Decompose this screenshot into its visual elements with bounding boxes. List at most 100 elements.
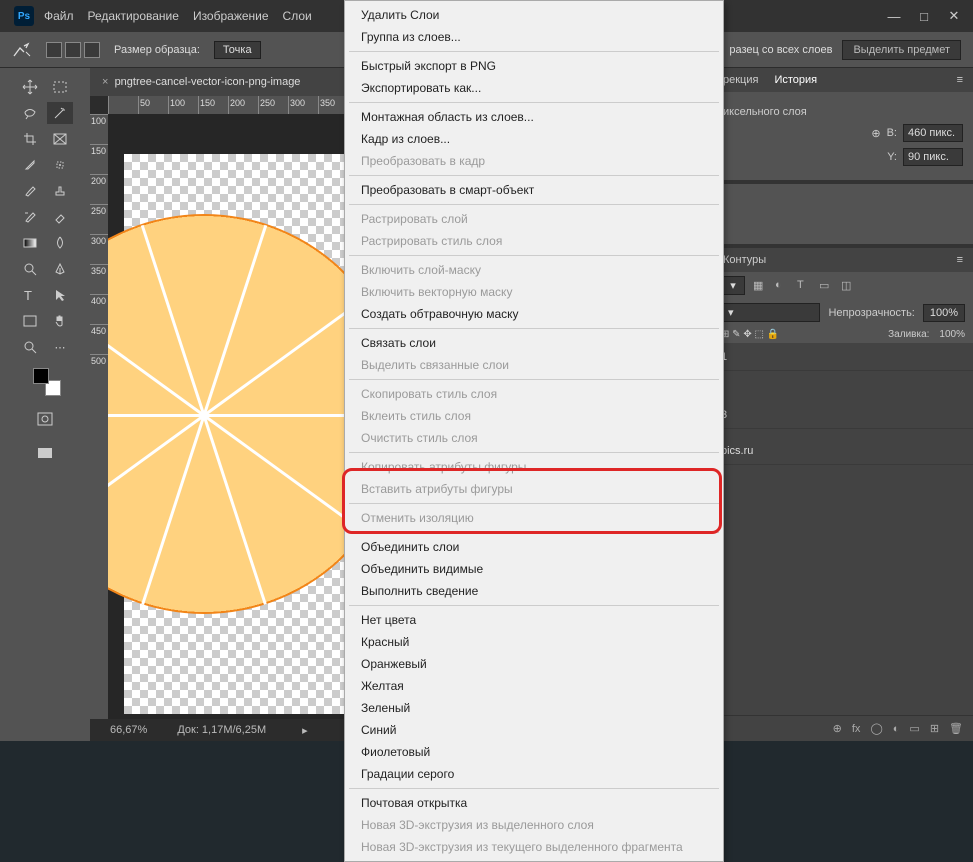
- eraser-tool[interactable]: [47, 206, 73, 228]
- menu-item[interactable]: Выполнить сведение: [345, 580, 723, 602]
- sample-size-label: Размер образца:: [114, 44, 200, 56]
- adjustment-icon[interactable]: ◐: [893, 723, 900, 735]
- tab-paths[interactable]: Контуры: [723, 254, 766, 266]
- pattern-swatch-2[interactable]: [84, 42, 100, 58]
- properties-body: иксельного слоя ⊕ В: Y:: [713, 92, 973, 180]
- width-input[interactable]: [903, 124, 963, 142]
- blend-mode-dropdown[interactable]: ▾: [721, 303, 820, 322]
- fg-color-swatch[interactable]: [33, 368, 49, 384]
- filter-adjust-icon[interactable]: ◐: [775, 279, 789, 293]
- trash-icon[interactable]: 🗑: [949, 722, 963, 735]
- path-select-tool[interactable]: [47, 284, 73, 306]
- menu-item[interactable]: Преобразовать в смарт-объект: [345, 179, 723, 201]
- fg-swatch[interactable]: [46, 42, 62, 58]
- sample-size-dropdown[interactable]: Точка: [214, 41, 261, 59]
- tab-correction[interactable]: рекция: [723, 74, 758, 86]
- mask-icon[interactable]: ◯: [870, 722, 882, 735]
- minimize-button[interactable]: —: [879, 1, 909, 31]
- magic-wand-tool[interactable]: [47, 102, 73, 124]
- menu-item[interactable]: Оранжевый: [345, 653, 723, 675]
- lock-icons[interactable]: ⊞ ✎ ✥ ⬚ 🔒: [721, 329, 779, 340]
- right-panels: рекция История ≡ иксельного слоя ⊕ В: Y:…: [713, 68, 973, 741]
- shape-tool[interactable]: [17, 310, 43, 332]
- menu-item[interactable]: Группа из слоев...: [345, 26, 723, 48]
- group-icon[interactable]: ▭: [909, 722, 919, 735]
- eyedropper-tool[interactable]: [17, 154, 43, 176]
- menu-file[interactable]: Файл: [44, 9, 74, 23]
- layers-filter-row: ▾ ▦ ◐ T ▭ ◫: [713, 272, 973, 299]
- link-wh-icon[interactable]: ⊕: [871, 127, 880, 140]
- select-subject-button[interactable]: Выделить предмет: [842, 40, 961, 60]
- menu-item[interactable]: Объединить слои: [345, 536, 723, 558]
- menu-item[interactable]: Создать обтравочную маску: [345, 303, 723, 325]
- menu-item[interactable]: Синий: [345, 719, 723, 741]
- maximize-button[interactable]: □: [909, 1, 939, 31]
- tab-history[interactable]: История: [774, 74, 817, 86]
- stamp-tool[interactable]: [47, 180, 73, 202]
- menu-item: Выделить связанные слои: [345, 354, 723, 376]
- menu-edit[interactable]: Редактирование: [88, 9, 179, 23]
- layer-row[interactable]: pics.ru: [713, 437, 973, 465]
- menu-layers[interactable]: Слои: [283, 9, 312, 23]
- more-tools[interactable]: ⋯: [47, 336, 73, 358]
- fill-input[interactable]: 100%: [939, 329, 965, 340]
- dodge-tool[interactable]: [17, 258, 43, 280]
- menu-item[interactable]: Нет цвета: [345, 609, 723, 631]
- hand-tool[interactable]: [47, 310, 73, 332]
- y-input[interactable]: [903, 148, 963, 166]
- menu-item[interactable]: Объединить видимые: [345, 558, 723, 580]
- zoom-level[interactable]: 66,67%: [110, 724, 147, 736]
- menu-item[interactable]: Кадр из слоев...: [345, 128, 723, 150]
- document-tab[interactable]: pngtree-cancel-vector-icon-png-image: [115, 76, 301, 88]
- close-button[interactable]: ✕: [939, 1, 969, 31]
- menu-item[interactable]: Быстрый экспорт в PNG: [345, 55, 723, 77]
- menu-item[interactable]: Градации серого: [345, 763, 723, 785]
- marquee-tool[interactable]: [47, 76, 73, 98]
- menu-item[interactable]: Красный: [345, 631, 723, 653]
- type-tool[interactable]: T: [17, 284, 43, 306]
- zoom-tool[interactable]: [17, 336, 43, 358]
- history-brush-tool[interactable]: [17, 206, 43, 228]
- menu-item: Новая 3D-экструзия из текущего выделенно…: [345, 836, 723, 858]
- document-tab-close[interactable]: ×: [102, 76, 108, 88]
- opacity-input[interactable]: 100%: [923, 304, 965, 322]
- current-tool-icon[interactable]: [12, 41, 32, 59]
- move-tool[interactable]: [17, 76, 43, 98]
- menu-item[interactable]: Связать слои: [345, 332, 723, 354]
- menu-item[interactable]: Желтая: [345, 675, 723, 697]
- menu-item[interactable]: Почтовая открытка: [345, 792, 723, 814]
- menu-item[interactable]: Экспортировать как...: [345, 77, 723, 99]
- link-layers-icon[interactable]: ⊕: [833, 722, 842, 735]
- panel-menu-icon[interactable]: ≡: [957, 74, 963, 86]
- menu-image[interactable]: Изображение: [193, 9, 269, 23]
- gradient-tool[interactable]: [17, 232, 43, 254]
- menu-item: Включить векторную маску: [345, 281, 723, 303]
- pen-tool[interactable]: [47, 258, 73, 280]
- layer-row[interactable]: 3: [713, 401, 973, 429]
- layer-filter-dropdown[interactable]: ▾: [721, 276, 745, 295]
- blur-tool[interactable]: [47, 232, 73, 254]
- menu-item: Скопировать стиль слоя: [345, 383, 723, 405]
- pattern-swatch-1[interactable]: [65, 42, 81, 58]
- menu-item[interactable]: Монтажная область из слоев...: [345, 106, 723, 128]
- layer-row[interactable]: 1: [713, 343, 973, 371]
- menu-item[interactable]: Удалить Слои: [345, 4, 723, 26]
- new-layer-icon[interactable]: ⊞: [930, 722, 939, 735]
- fx-icon[interactable]: fx: [852, 723, 861, 735]
- menu-item[interactable]: Зеленый: [345, 697, 723, 719]
- lasso-tool[interactable]: [17, 102, 43, 124]
- brush-tool[interactable]: [17, 180, 43, 202]
- heal-tool[interactable]: [47, 154, 73, 176]
- filter-type-icon[interactable]: T: [797, 279, 811, 293]
- filter-pixel-icon[interactable]: ▦: [753, 279, 767, 293]
- frame-tool[interactable]: [47, 128, 73, 150]
- layers-panel-menu-icon[interactable]: ≡: [957, 254, 963, 266]
- quick-mask-toggle[interactable]: [32, 408, 58, 430]
- crop-tool[interactable]: [17, 128, 43, 150]
- filter-shape-icon[interactable]: ▭: [819, 279, 833, 293]
- screen-mode-toggle[interactable]: [32, 442, 58, 464]
- filter-smart-icon[interactable]: ◫: [841, 279, 855, 293]
- menu-item[interactable]: Фиолетовый: [345, 741, 723, 763]
- fgbg-colors[interactable]: [33, 368, 61, 396]
- fill-label: Заливка:: [888, 329, 929, 340]
